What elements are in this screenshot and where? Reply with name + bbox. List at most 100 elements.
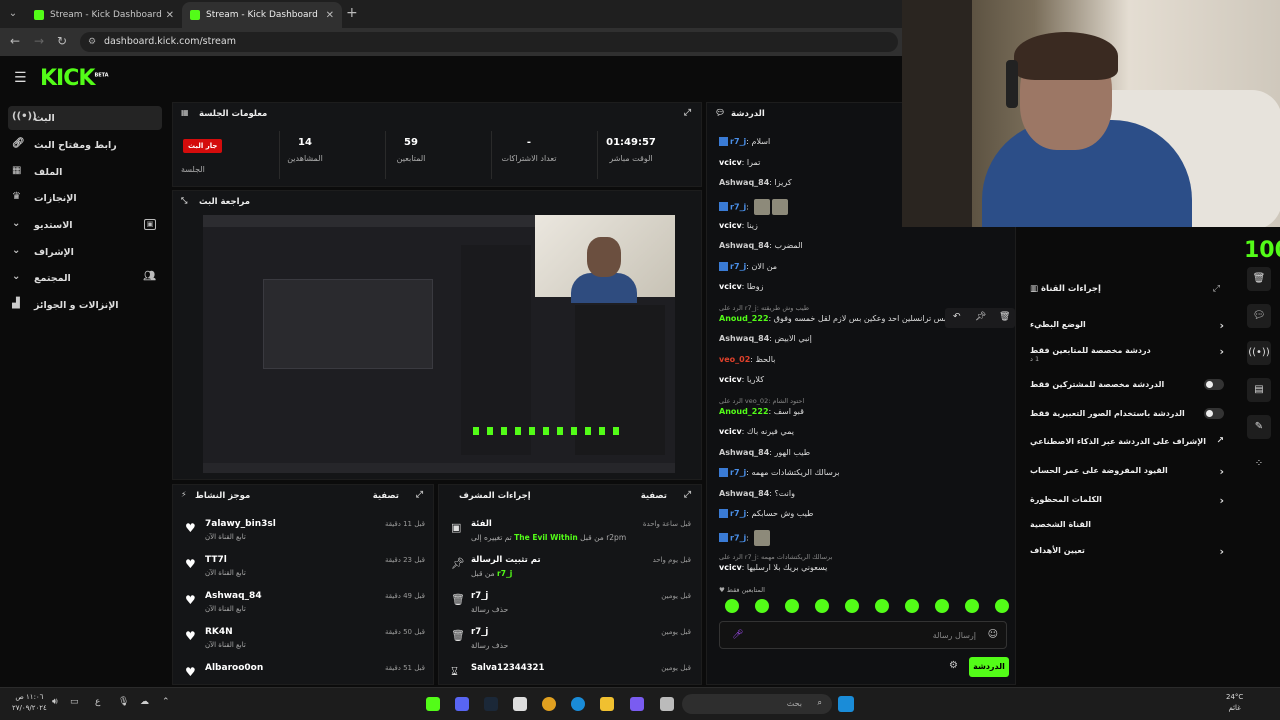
chat-username[interactable]: r7_j [730, 533, 746, 542]
chat-username[interactable]: r7_j [730, 137, 746, 146]
studio-window-icon[interactable]: ▣ [144, 219, 156, 230]
chat-username[interactable]: Anoud_222 [719, 407, 769, 416]
app-icon[interactable] [660, 697, 674, 711]
trash-icon[interactable]: 🗑︎ [999, 312, 1010, 322]
emote-icon[interactable] [725, 599, 739, 613]
chat-message[interactable]: Ashwaq_84: المضرب [719, 241, 1005, 250]
chat-username[interactable]: vcicv [719, 221, 742, 230]
emote-icon[interactable] [815, 599, 829, 613]
sidebar-item-achievements[interactable]: ♛ الإنجازات [8, 186, 162, 210]
sidebar-item-stream-key[interactable]: 🔗︎ رابط ومفتاح البث [8, 133, 162, 157]
emote-icon[interactable] [995, 599, 1009, 613]
chat-message[interactable]: r7_j: برسالك الريكتشادات مهمه [719, 468, 1005, 477]
emote-icon[interactable] [875, 599, 889, 613]
volume-icon[interactable]: 🔊︎ [52, 697, 58, 707]
chat-username[interactable]: r7_j [730, 468, 746, 477]
channel-action-row[interactable]: القناة الشخصية [1030, 520, 1224, 529]
activity-user[interactable]: Albaroo0on [205, 663, 263, 673]
chat-message[interactable]: vcicv: يمي فيرنه باك [719, 427, 1005, 436]
sidebar-item-profile[interactable]: ▦ الملف [8, 160, 162, 184]
chat-message[interactable]: r7_j: [719, 529, 1005, 546]
steam-icon[interactable] [484, 697, 498, 711]
channel-action-row[interactable]: الوضع البطيء › [1030, 319, 1224, 332]
chat-username[interactable]: r7_j [730, 262, 746, 271]
chevron-right-icon[interactable]: › [1219, 545, 1224, 558]
chat-username[interactable]: r7_j [730, 202, 746, 211]
chat-username[interactable]: Ashwaq_84 [719, 334, 769, 343]
channel-action-row[interactable]: القيود المفروضة على عمر الحساب › [1030, 465, 1224, 478]
chat-message[interactable]: Ashwaq_84: طيب الهور [719, 448, 1005, 457]
activity-user[interactable]: Ashwaq_84 [205, 591, 262, 601]
tray-expand-icon[interactable]: ⌃ [162, 697, 170, 707]
reply-icon[interactable]: ↶ [953, 312, 961, 322]
sidebar-item-drops[interactable]: ▟ الإنزالات و الجوائز [8, 293, 162, 317]
channel-action-row[interactable]: الإشراف على الدردشة عبر الذكاء الاصطناعي… [1030, 436, 1224, 446]
users-icon[interactable]: 👥︎ [143, 272, 156, 283]
chat-username[interactable]: r7_j [730, 509, 746, 518]
layout-icon[interactable]: ▤ [1247, 378, 1271, 402]
chat-username[interactable]: vcicv [719, 282, 742, 291]
emote-icon[interactable] [755, 599, 769, 613]
discord-icon[interactable] [455, 697, 469, 711]
pin-icon[interactable]: 📌︎ [975, 312, 986, 322]
channel-action-row[interactable]: دردشة مخصصة للمتابعين فقط 1 د › [1030, 345, 1224, 363]
chat-message[interactable]: vcicv: زوطا [719, 282, 1005, 291]
close-tab-icon[interactable]: ✕ [326, 10, 334, 21]
sidebar-item-studio[interactable]: ⌄ الاستديو ▣ [8, 213, 162, 237]
apps-icon[interactable]: ⁘ [1247, 452, 1271, 476]
chat-username[interactable]: vcicv [719, 563, 742, 572]
chat-username[interactable]: vcicv [719, 375, 742, 384]
chat-username[interactable]: vcicv [719, 427, 742, 436]
chat-message[interactable]: vcicv: يسعوني بريك بلا ارسليها [719, 563, 1005, 572]
microphone-icon[interactable]: 🎤︎ [732, 630, 743, 640]
activity-user[interactable]: 7alawy_bin3sl [205, 519, 276, 529]
expand-icon[interactable]: ⤢ [684, 108, 691, 118]
broadcast-icon[interactable]: ((•)) [1247, 341, 1271, 365]
activity-user[interactable]: RK4N [205, 627, 233, 637]
reload-icon[interactable]: ↻ [57, 34, 67, 48]
emote-icon[interactable] [935, 599, 949, 613]
tools-icon[interactable]: ✎ [1247, 415, 1271, 439]
gear-icon[interactable]: ⚙ [949, 660, 958, 671]
chat-message[interactable]: Anoud_222: قبو اسف [719, 407, 1005, 416]
windows-start-icon[interactable] [838, 696, 854, 712]
new-tab-button[interactable]: + [346, 5, 358, 21]
chevron-right-icon[interactable]: › [1219, 319, 1224, 332]
app-icon[interactable] [426, 697, 440, 711]
chat-message[interactable]: vcicv: كلاريا [719, 375, 1005, 384]
chevron-right-icon[interactable]: › [1219, 345, 1224, 358]
chat-message[interactable]: r7_j: من الان [719, 261, 1005, 271]
chat-message[interactable]: veo_02: بالحظ [719, 355, 1005, 364]
tray-app-icon[interactable]: ☁︎ [140, 697, 149, 707]
site-info-icon[interactable]: ⚙ [88, 32, 96, 52]
chat-username[interactable]: Ashwaq_84 [719, 489, 769, 498]
chat-icon[interactable]: 💬︎ [1247, 304, 1271, 328]
sidebar-item-community[interactable]: ⌄ المجتمع 👥︎ [8, 266, 162, 290]
toggle-switch[interactable] [1204, 408, 1224, 419]
expand-icon[interactable]: ⤢ [416, 490, 423, 500]
chat-username[interactable]: Ashwaq_84 [719, 241, 769, 250]
forward-icon[interactable]: → [34, 34, 44, 48]
activity-user[interactable]: TT7l [205, 555, 227, 565]
chat-username[interactable]: veo_02 [719, 355, 750, 364]
emote-icon[interactable] [965, 599, 979, 613]
network-icon[interactable]: ▭ [70, 697, 79, 707]
url-field[interactable]: ⚙ dashboard.kick.com/stream [80, 32, 898, 52]
emote-icon[interactable] [845, 599, 859, 613]
kick-logo[interactable]: KICKBETA [40, 66, 109, 91]
chevron-right-icon[interactable]: › [1219, 494, 1224, 507]
filter-button[interactable]: تصفية [373, 491, 399, 501]
mic-icon[interactable]: 🎙︎ [118, 697, 129, 707]
channel-action-row[interactable]: تعيين الأهداف › [1030, 545, 1224, 558]
clock[interactable]: ١١:٠٦ ص ٢٧/٠٩/٢٠٢٤ [12, 692, 47, 714]
emote-icon[interactable] [905, 599, 919, 613]
external-link-icon[interactable]: ↗ [1216, 436, 1224, 446]
chrome-icon[interactable] [542, 697, 556, 711]
expand-icon[interactable]: ⤢ [684, 490, 691, 500]
sidebar-item-moderation[interactable]: ⌄ الإشراف [8, 240, 162, 264]
app-icon[interactable] [630, 697, 644, 711]
store-icon[interactable] [513, 697, 527, 711]
language-icon[interactable]: ع [95, 697, 100, 707]
close-tab-icon[interactable]: ✕ [166, 10, 174, 21]
chat-username[interactable]: vcicv [719, 158, 742, 167]
